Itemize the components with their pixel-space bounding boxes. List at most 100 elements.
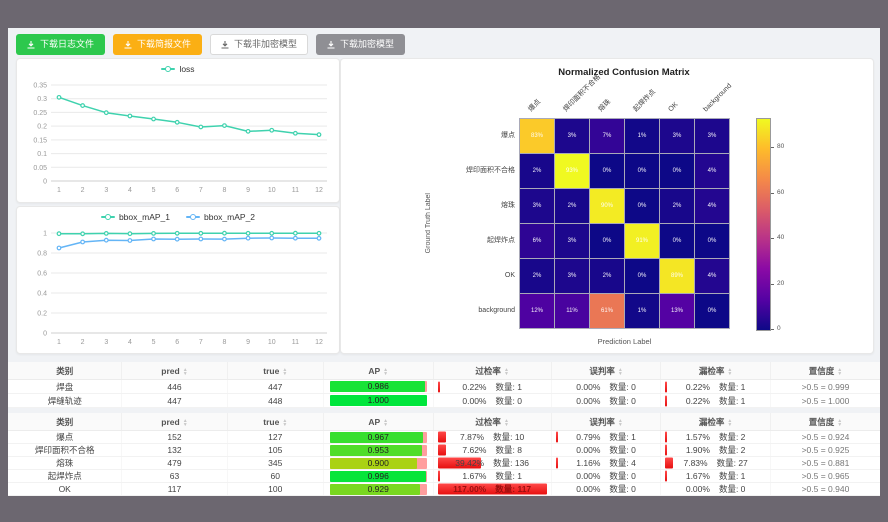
rate-count: 数量: 1 bbox=[719, 381, 745, 393]
legend-dot-icon bbox=[190, 214, 196, 220]
svg-text:8: 8 bbox=[223, 187, 227, 194]
column-header-sortable[interactable]: pred▲▼ bbox=[122, 413, 227, 431]
column-header-sortable[interactable]: pred▲▼ bbox=[122, 362, 227, 380]
download-log-button[interactable]: 下载日志文件 bbox=[16, 34, 105, 55]
miss-rate-cell: 1.67%数量: 1 bbox=[661, 470, 771, 483]
column-header-sortable[interactable]: AP▲▼ bbox=[323, 362, 433, 380]
table-row: 焊缝轨迹4474481.0000.00%数量: 00.00%数量: 00.22%… bbox=[8, 394, 880, 408]
sort-icon[interactable]: ▲▼ bbox=[618, 368, 623, 376]
true-count-cell: 100 bbox=[227, 483, 323, 496]
download-report-button[interactable]: 下载简报文件 bbox=[113, 34, 202, 55]
sort-icon[interactable]: ▲▼ bbox=[383, 419, 388, 427]
rate-value: 1.90% bbox=[686, 445, 710, 455]
confidence-value: >0.5 = 0.925 bbox=[802, 445, 850, 455]
download-unencrypted-model-button[interactable]: 下载非加密模型 bbox=[210, 34, 308, 55]
sort-icon[interactable]: ▲▼ bbox=[727, 368, 732, 376]
confidence-cell: >0.5 = 0.940 bbox=[770, 483, 880, 496]
class-name-cell: 熔珠 bbox=[8, 457, 122, 470]
download-icon bbox=[221, 41, 229, 49]
svg-text:4: 4 bbox=[128, 187, 132, 194]
sort-icon[interactable]: ▲▼ bbox=[837, 368, 842, 376]
matrix-row-label: 熔珠 bbox=[403, 188, 515, 223]
rate-value: 0.79% bbox=[576, 432, 600, 442]
svg-text:0.3: 0.3 bbox=[37, 96, 47, 103]
sort-icon[interactable]: ▲▼ bbox=[837, 419, 842, 427]
sort-icon[interactable]: ▲▼ bbox=[618, 419, 623, 427]
column-header-label: 置信度 bbox=[809, 417, 835, 427]
class-metrics-table: 类别pred▲▼true▲▼AP▲▼过检率▲▼误判率▲▼漏检率▲▼置信度▲▼爆点… bbox=[8, 413, 880, 496]
rate-cell: 7.87%数量: 10 bbox=[438, 431, 547, 443]
column-header-sortable[interactable]: 误判率▲▼ bbox=[551, 362, 661, 380]
table-body: 爆点1521270.9677.87%数量: 100.79%数量: 11.57%数… bbox=[8, 431, 880, 496]
rate-value: 0.00% bbox=[576, 396, 600, 406]
rate-bar bbox=[665, 381, 667, 392]
column-header-sortable[interactable]: 漏检率▲▼ bbox=[661, 362, 771, 380]
miss-rate-cell: 1.57%数量: 2 bbox=[661, 431, 771, 444]
svg-text:1: 1 bbox=[43, 231, 47, 238]
ap-bar-track: 0.900 bbox=[330, 458, 427, 469]
colorbar bbox=[756, 118, 771, 331]
rate-count: 数量: 1 bbox=[719, 470, 745, 482]
miss-rate-cell: 0.00%数量: 0 bbox=[661, 483, 771, 496]
column-header-sortable[interactable]: 置信度▲▼ bbox=[770, 362, 880, 380]
class-name-cell: OK bbox=[8, 483, 122, 496]
legend-item[interactable]: loss bbox=[161, 64, 194, 74]
column-header-sortable[interactable]: 过检率▲▼ bbox=[433, 362, 551, 380]
rate-value: 0.00% bbox=[462, 396, 486, 406]
column-header-sortable[interactable]: 置信度▲▼ bbox=[770, 413, 880, 431]
legend-item[interactable]: bbox_mAP_2 bbox=[186, 212, 255, 222]
confidence-value: >0.5 = 0.924 bbox=[802, 432, 850, 442]
sort-icon[interactable]: ▲▼ bbox=[183, 419, 188, 427]
sort-icon[interactable]: ▲▼ bbox=[383, 368, 388, 376]
class-name-cell: 起焊炸点 bbox=[8, 470, 122, 483]
rate-value: 1.57% bbox=[686, 432, 710, 442]
svg-text:9: 9 bbox=[246, 339, 250, 346]
matrix-cell: 3% bbox=[555, 259, 589, 293]
svg-text:7: 7 bbox=[199, 187, 203, 194]
confidence-value: >0.5 = 1.000 bbox=[802, 396, 850, 406]
column-header-sortable[interactable]: 过检率▲▼ bbox=[433, 413, 551, 431]
ap-value: 1.000 bbox=[330, 395, 427, 406]
ap-bar-track: 0.996 bbox=[330, 471, 427, 482]
download-encrypted-model-button[interactable]: 下载加密模型 bbox=[316, 34, 405, 55]
ap-value: 0.929 bbox=[330, 484, 427, 495]
legend-item[interactable]: bbox_mAP_1 bbox=[101, 212, 170, 222]
matrix-cell: 0% bbox=[590, 224, 624, 258]
sort-icon[interactable]: ▲▼ bbox=[504, 419, 509, 427]
confusion-matrix-card: Normalized Confusion Matrix 83%3%7%1%3%3… bbox=[340, 58, 874, 354]
matrix-cell: 0% bbox=[695, 294, 729, 328]
column-header-sortable[interactable]: true▲▼ bbox=[227, 413, 323, 431]
class-name-cell: 爆点 bbox=[8, 431, 122, 444]
column-header-sortable[interactable]: true▲▼ bbox=[227, 362, 323, 380]
matrix-cell: 2% bbox=[555, 189, 589, 223]
matrix-row-label: 焊印面积不合格 bbox=[403, 153, 515, 188]
overdetect-rate-cell: 117.00%数量: 117 bbox=[433, 483, 551, 496]
rate-count: 数量: 1 bbox=[495, 381, 521, 393]
confidence-cell: >0.5 = 0.924 bbox=[770, 431, 880, 444]
column-header-sortable[interactable]: 漏检率▲▼ bbox=[661, 413, 771, 431]
rate-cell: 39.42%数量: 136 bbox=[438, 457, 547, 469]
matrix-cell: 3% bbox=[555, 119, 589, 153]
rate-value: 117.00% bbox=[453, 484, 486, 494]
sort-icon[interactable]: ▲▼ bbox=[282, 368, 287, 376]
class-name-cell: 焊缝轨迹 bbox=[8, 394, 122, 408]
column-header-sortable[interactable]: 误判率▲▼ bbox=[551, 413, 661, 431]
rate-count: 数量: 0 bbox=[609, 381, 635, 393]
colorbar-tick bbox=[771, 329, 774, 330]
column-header-sortable[interactable]: AP▲▼ bbox=[323, 413, 433, 431]
misjudge-rate-cell: 1.16%数量: 4 bbox=[551, 457, 661, 470]
sort-icon[interactable]: ▲▼ bbox=[504, 368, 509, 376]
overdetect-rate-cell: 0.00%数量: 0 bbox=[433, 394, 551, 408]
sort-icon[interactable]: ▲▼ bbox=[282, 419, 287, 427]
map-chart-card: bbox_mAP_1bbox_mAP_2 00.20.40.60.8112345… bbox=[16, 206, 340, 354]
ap-bar-track: 1.000 bbox=[330, 395, 427, 406]
rate-cell: 1.67%数量: 1 bbox=[665, 470, 766, 482]
sort-icon[interactable]: ▲▼ bbox=[183, 368, 188, 376]
summary-metrics-table: 类别pred▲▼true▲▼AP▲▼过检率▲▼误判率▲▼漏检率▲▼置信度▲▼焊盘… bbox=[8, 362, 880, 408]
table-row: OK1171000.929117.00%数量: 1170.00%数量: 00.0… bbox=[8, 483, 880, 496]
rate-count: 数量: 0 bbox=[609, 444, 635, 456]
dashboard-page: 下载日志文件 下载简报文件 下载非加密模型 下载加密模型 bbox=[8, 28, 880, 496]
sort-icon[interactable]: ▲▼ bbox=[727, 419, 732, 427]
svg-text:4: 4 bbox=[128, 339, 132, 346]
true-count-cell: 345 bbox=[227, 457, 323, 470]
